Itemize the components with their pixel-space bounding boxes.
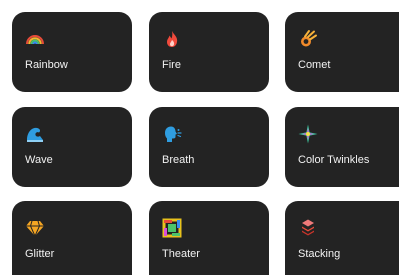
twinkle-icon [298,124,318,144]
effect-label: Glitter [25,248,55,260]
effect-tile-stacking[interactable]: Stacking [285,201,399,275]
effect-label: Theater [162,248,200,260]
effect-label: Fire [162,59,181,71]
fire-icon [162,29,182,49]
effect-tile-fire[interactable]: Fire [149,12,269,92]
effect-tile-wave[interactable]: Wave [12,107,132,187]
rainbow-icon [25,29,45,49]
effect-tile-theater[interactable]: Theater [149,201,269,275]
effect-label: Rainbow [25,59,68,71]
effect-label: Stacking [298,248,341,260]
glitter-icon [25,218,45,238]
stacking-icon [298,218,318,238]
breath-icon [162,124,182,144]
effect-label: Wave [25,154,53,166]
effect-tile-comet[interactable]: Comet [285,12,399,92]
effect-label: Comet [298,59,331,71]
wave-icon [25,124,45,144]
effect-tile-rainbow[interactable]: Rainbow [12,12,132,92]
theater-icon [162,218,182,238]
comet-icon [298,29,318,49]
effect-tile-breath[interactable]: Breath [149,107,269,187]
effects-grid: Rainbow Fire Comet Wave Breath Color Twi… [0,0,399,275]
effect-label: Color Twinkles [298,154,370,166]
effect-tile-glitter[interactable]: Glitter [12,201,132,275]
effect-label: Breath [162,154,195,166]
effect-tile-color-twinkles[interactable]: Color Twinkles [285,107,399,187]
